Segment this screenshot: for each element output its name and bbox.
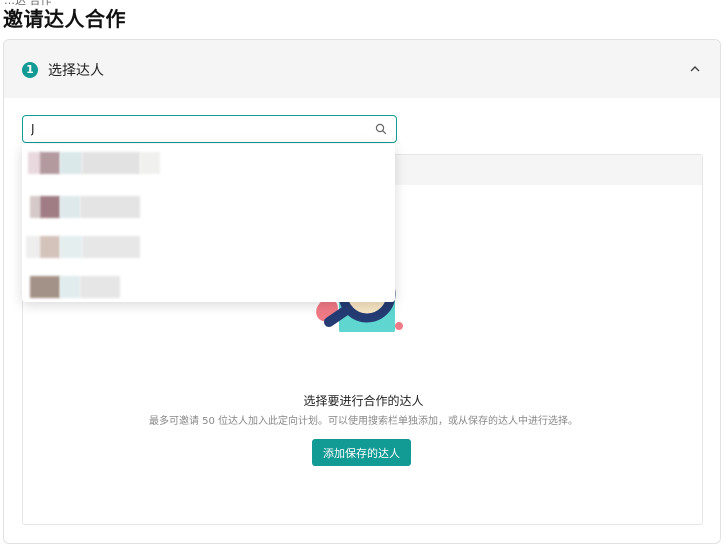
- list-item[interactable]: [22, 276, 395, 302]
- step-number-badge: 1: [22, 62, 38, 78]
- list-item-name: [60, 196, 80, 218]
- search-input[interactable]: [31, 119, 361, 139]
- list-item-name: [82, 152, 140, 174]
- avatar: [30, 196, 40, 218]
- search-icon[interactable]: [375, 123, 387, 135]
- list-item-name: [80, 276, 120, 298]
- avatar: [40, 196, 60, 218]
- search-results-dropdown: [22, 144, 395, 302]
- step-title: 选择达人: [48, 63, 104, 79]
- avatar: [40, 152, 60, 174]
- list-item[interactable]: [22, 196, 395, 226]
- list-item[interactable]: [22, 236, 395, 266]
- avatar: [40, 236, 60, 258]
- step-header[interactable]: 1 选择达人: [4, 40, 720, 98]
- avatar: [26, 236, 40, 258]
- avatar: [30, 276, 60, 298]
- list-item-detail: [140, 152, 160, 174]
- list-item-name: [60, 276, 80, 298]
- list-item-name: [60, 236, 82, 258]
- empty-state-title: 选择要进行合作的达人: [303, 394, 424, 408]
- list-item-name: [82, 236, 140, 258]
- empty-state-description: 最多可邀请 50 位达人加入此定向计划。可以使用搜索栏单独添加，或从保存的达人中…: [148, 416, 579, 427]
- list-item[interactable]: [22, 152, 395, 182]
- search-field[interactable]: [22, 115, 397, 143]
- list-item-name: [60, 152, 82, 174]
- list-item-name: [80, 196, 140, 218]
- chevron-up-icon[interactable]: [688, 62, 702, 76]
- add-saved-creators-button[interactable]: 添加保存的达人: [312, 439, 411, 466]
- page-title: 邀请达人合作: [3, 7, 126, 31]
